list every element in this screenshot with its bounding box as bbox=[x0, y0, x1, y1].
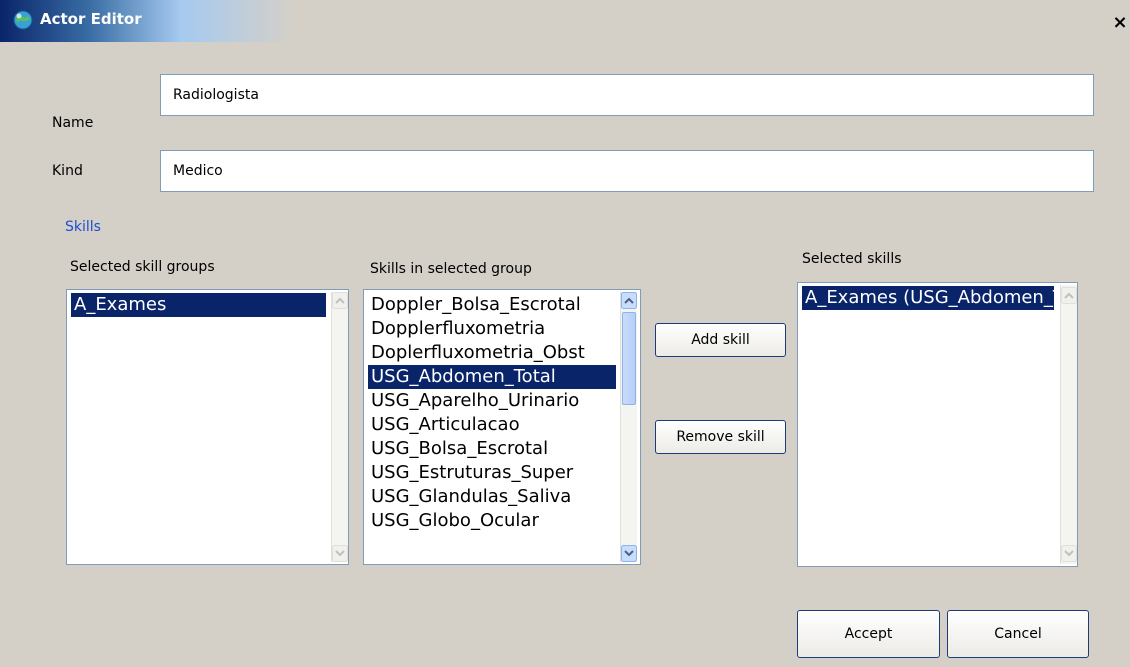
skill-groups-scrollbar[interactable] bbox=[331, 292, 348, 562]
list-item[interactable]: USG_Bolsa_Escrotal bbox=[368, 437, 616, 461]
kind-label: Kind bbox=[52, 163, 83, 179]
list-item[interactable]: Doppler_Bolsa_Escrotal bbox=[368, 293, 616, 317]
kind-field[interactable] bbox=[160, 150, 1094, 192]
title-bar: Actor Editor bbox=[0, 0, 1130, 42]
window-title: Actor Editor bbox=[40, 10, 142, 28]
add-skill-button[interactable]: Add skill bbox=[655, 323, 786, 357]
cancel-button[interactable]: Cancel bbox=[947, 610, 1089, 658]
actor-editor-icon bbox=[12, 9, 34, 31]
name-field[interactable] bbox=[160, 74, 1094, 116]
scroll-down-icon[interactable] bbox=[332, 545, 348, 562]
scroll-thumb[interactable] bbox=[622, 312, 636, 405]
close-icon[interactable]: × bbox=[1112, 12, 1127, 33]
list-item[interactable]: USG_Articulacao bbox=[368, 413, 616, 437]
remove-skill-button[interactable]: Remove skill bbox=[655, 420, 786, 454]
list-item[interactable]: USG_Glandulas_Saliva bbox=[368, 485, 616, 509]
scroll-up-icon[interactable] bbox=[332, 292, 348, 309]
list-item[interactable]: A_Exames bbox=[71, 293, 326, 317]
list-item[interactable]: A_Exames (USG_Abdomen_Total) bbox=[802, 286, 1054, 310]
scroll-down-icon[interactable] bbox=[621, 545, 637, 562]
selected-skills-header: Selected skills bbox=[802, 251, 902, 267]
scroll-down-icon[interactable] bbox=[1061, 545, 1077, 562]
group-skills-list[interactable]: Doppler_Bolsa_Escrotal Dopplerfluxometria… bbox=[363, 289, 641, 565]
list-item[interactable]: USG_Estruturas_Super bbox=[368, 461, 616, 485]
accept-button[interactable]: Accept bbox=[797, 610, 940, 658]
selected-skills-scrollbar[interactable] bbox=[1060, 285, 1077, 564]
name-label: Name bbox=[52, 115, 94, 131]
scroll-up-icon[interactable] bbox=[621, 292, 637, 309]
group-skills-scrollbar[interactable] bbox=[620, 292, 637, 562]
list-item[interactable]: USG_Globo_Ocular bbox=[368, 509, 616, 533]
close-button[interactable]: × bbox=[1112, 14, 1128, 34]
skill-groups-list[interactable]: A_Exames bbox=[66, 289, 349, 565]
skills-in-group-header: Skills in selected group bbox=[370, 261, 532, 277]
list-item[interactable]: Doplerfluxometria_Obst bbox=[368, 341, 616, 365]
list-item[interactable]: USG_Aparelho_Urinario bbox=[368, 389, 616, 413]
selected-skill-groups-header: Selected skill groups bbox=[70, 259, 215, 275]
list-item[interactable]: Dopplerfluxometria bbox=[368, 317, 616, 341]
selected-skills-list[interactable]: A_Exames (USG_Abdomen_Total) bbox=[797, 282, 1078, 567]
scroll-up-icon[interactable] bbox=[1061, 287, 1077, 304]
skills-section-title: Skills bbox=[65, 219, 101, 235]
list-item[interactable]: USG_Abdomen_Total bbox=[368, 365, 616, 389]
